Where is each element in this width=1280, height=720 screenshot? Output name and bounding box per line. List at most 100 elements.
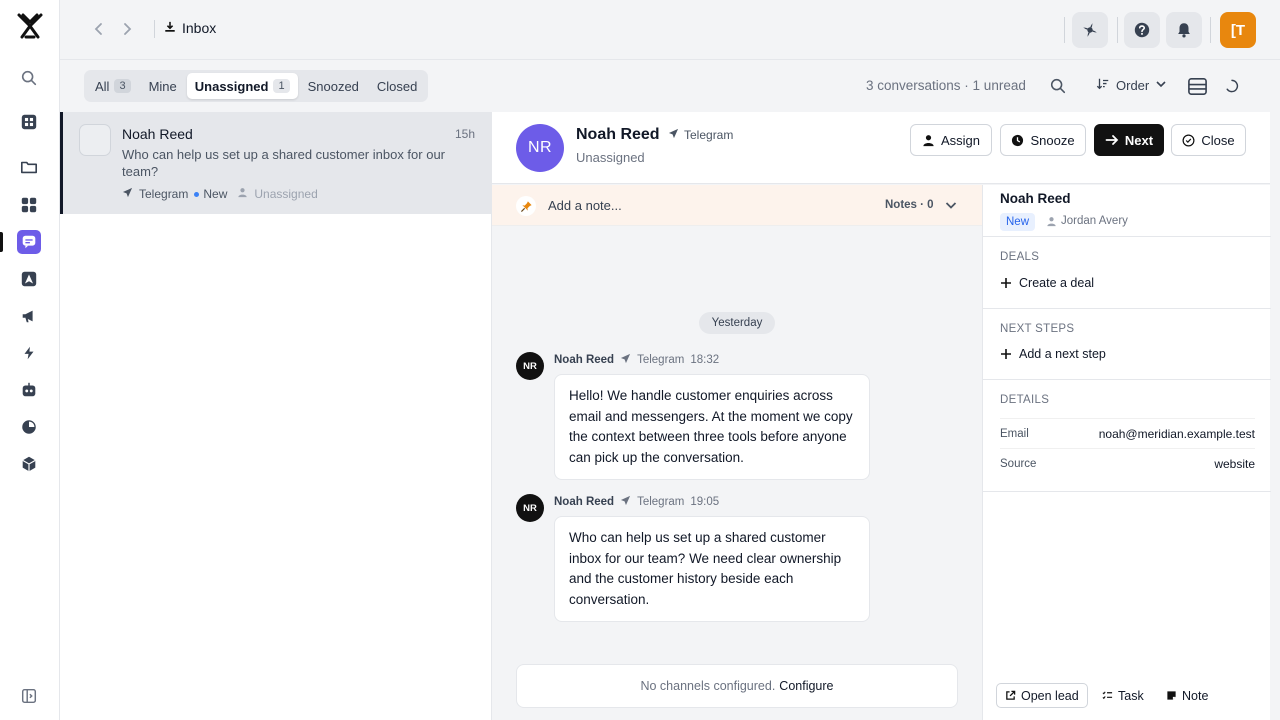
filter-tab-mine[interactable]: Mine — [141, 73, 185, 99]
user-avatar[interactable]: [T — [1220, 12, 1256, 48]
external-link-icon — [1006, 690, 1016, 700]
telegram-icon — [668, 128, 679, 142]
add-next-step-label: Add a next step — [1019, 347, 1106, 361]
conversation-filter-tabs: All 3 Mine Unassigned 1 Snoozed Closed — [84, 70, 429, 102]
conversation-meta: Telegram New Unassigned — [122, 187, 318, 201]
order-dropdown[interactable]: Order — [1096, 77, 1167, 94]
create-deal-button[interactable]: Create a deal — [1000, 276, 1094, 290]
message-bubble: Hello! We handle customer enquiries acro… — [554, 374, 870, 480]
detail-value[interactable]: noah@meridian.example.test — [1099, 427, 1255, 441]
message-time: 18:32 — [690, 354, 720, 366]
inbox-chat-icon[interactable] — [17, 230, 41, 254]
apps-icon[interactable] — [17, 193, 41, 217]
contact-name[interactable]: Noah Reed — [1000, 191, 1071, 206]
search-conversations-icon[interactable] — [1048, 76, 1068, 96]
contact-details-panel: Noah Reed New Jordan Avery DEALS Create … — [982, 185, 1271, 720]
help-button[interactable] — [1124, 12, 1160, 48]
spark-icon — [1083, 23, 1097, 37]
package-icon[interactable] — [17, 452, 41, 476]
search-icon[interactable] — [17, 66, 41, 90]
list-item[interactable]: Noah Reed 15h Who can help us set up a s… — [60, 112, 491, 214]
contact-name[interactable]: Noah Reed — [576, 126, 660, 144]
topbar-divider — [1064, 17, 1065, 43]
conversation-list: Noah Reed 15h Who can help us set up a s… — [60, 112, 492, 720]
left-rail — [0, 0, 60, 720]
detail-key: Source — [1000, 457, 1037, 470]
snooze-button[interactable]: Snooze — [1000, 124, 1086, 156]
chevron-down-icon[interactable] — [944, 198, 958, 212]
configure-link[interactable]: Configure — [779, 679, 833, 693]
bot-icon[interactable] — [17, 378, 41, 402]
reports-pie-icon[interactable] — [17, 415, 41, 439]
section-title: DEALS — [1000, 251, 1040, 263]
topbar-divider — [1210, 17, 1211, 43]
megaphone-icon[interactable] — [17, 304, 41, 328]
note-label: Note — [1182, 688, 1209, 703]
channel-tag: Telegram — [668, 128, 733, 142]
filter-count-badge: 1 — [273, 79, 290, 93]
note-button[interactable]: Note — [1158, 683, 1216, 708]
breadcrumb-divider — [154, 20, 155, 38]
composer-message: No channels configured. — [640, 679, 776, 693]
navigation-icon[interactable] — [17, 267, 41, 291]
app-logo-icon[interactable] — [14, 12, 46, 40]
chevron-down-icon — [1155, 78, 1167, 93]
contact-summary: Noah Reed New Jordan Avery — [983, 185, 1271, 237]
note-icon — [1167, 691, 1176, 700]
collapse-sidebar-icon[interactable] — [17, 684, 41, 708]
filter-tab-all[interactable]: All 3 — [87, 73, 139, 99]
message-author: Noah Reed — [554, 354, 615, 366]
open-lead-button[interactable]: Open lead — [996, 683, 1088, 708]
folder-icon[interactable] — [17, 155, 41, 179]
message-preview: Who can help us set up a shared customer… — [122, 147, 446, 179]
filter-tab-label: All — [95, 78, 110, 94]
next-button[interactable]: Next — [1094, 124, 1164, 156]
breadcrumb-label[interactable]: Inbox — [182, 20, 216, 36]
filter-tab-snoozed[interactable]: Snoozed — [300, 73, 367, 99]
back-arrow-icon[interactable] — [90, 20, 108, 38]
notifications-button[interactable] — [1166, 12, 1202, 48]
topbar-divider — [1117, 17, 1118, 43]
layout-toggle-icon[interactable] — [1186, 75, 1208, 97]
plus-icon — [1001, 278, 1011, 288]
loading-spinner-icon — [1222, 76, 1242, 96]
details-section: DETAILS Email noah@meridian.example.test… — [983, 380, 1271, 492]
detail-value: website — [1214, 456, 1255, 471]
message-bubble: Who can help us set up a shared customer… — [554, 516, 870, 622]
avatar: NR — [516, 494, 544, 522]
channel-label: Telegram — [684, 128, 734, 142]
telegram-icon — [620, 495, 631, 509]
status-label: New — [203, 187, 228, 201]
new-status-dot — [194, 191, 200, 197]
telegram-icon — [620, 353, 631, 367]
add-next-step-button[interactable]: Add a next step — [1000, 347, 1106, 361]
forward-arrow-icon[interactable] — [118, 20, 136, 38]
filter-tab-label: Mine — [148, 78, 177, 94]
task-label: Task — [1118, 688, 1144, 703]
message-time: 19:05 — [690, 496, 720, 508]
filter-tab-closed[interactable]: Closed — [369, 73, 425, 99]
message-header: Noah Reed Telegram 19:05 — [554, 495, 719, 509]
message-channel: Telegram — [637, 496, 685, 508]
status-badge: New — [1000, 213, 1036, 231]
pin-icon — [516, 196, 536, 216]
filter-tab-label: Closed — [376, 78, 418, 94]
create-deal-label: Create a deal — [1019, 276, 1095, 290]
clock-icon — [1012, 134, 1024, 146]
owner-name: Jordan Avery — [1061, 215, 1128, 227]
add-note-input[interactable]: Add a note... — [548, 198, 622, 213]
notes-count: Notes · 0 — [885, 199, 934, 211]
filter-tab-unassigned[interactable]: Unassigned 1 — [186, 73, 298, 99]
notes-bar: Add a note... Notes · 0 — [492, 185, 982, 226]
assign-button[interactable]: Assign — [910, 124, 992, 156]
telegram-icon — [122, 187, 133, 201]
message-thread: Yesterday NR Noah Reed Telegram 18:32 He… — [492, 226, 982, 720]
owner: Jordan Avery — [1046, 215, 1128, 227]
close-conversation-button[interactable]: Close — [1171, 124, 1246, 156]
task-button[interactable]: Task — [1094, 683, 1152, 708]
automation-bolt-icon[interactable] — [17, 341, 41, 365]
detail-row-email: Email noah@meridian.example.test — [1000, 418, 1255, 448]
person-icon — [237, 187, 248, 201]
dashboard-icon[interactable] — [17, 110, 41, 134]
ai-assistant-button[interactable] — [1072, 12, 1108, 48]
